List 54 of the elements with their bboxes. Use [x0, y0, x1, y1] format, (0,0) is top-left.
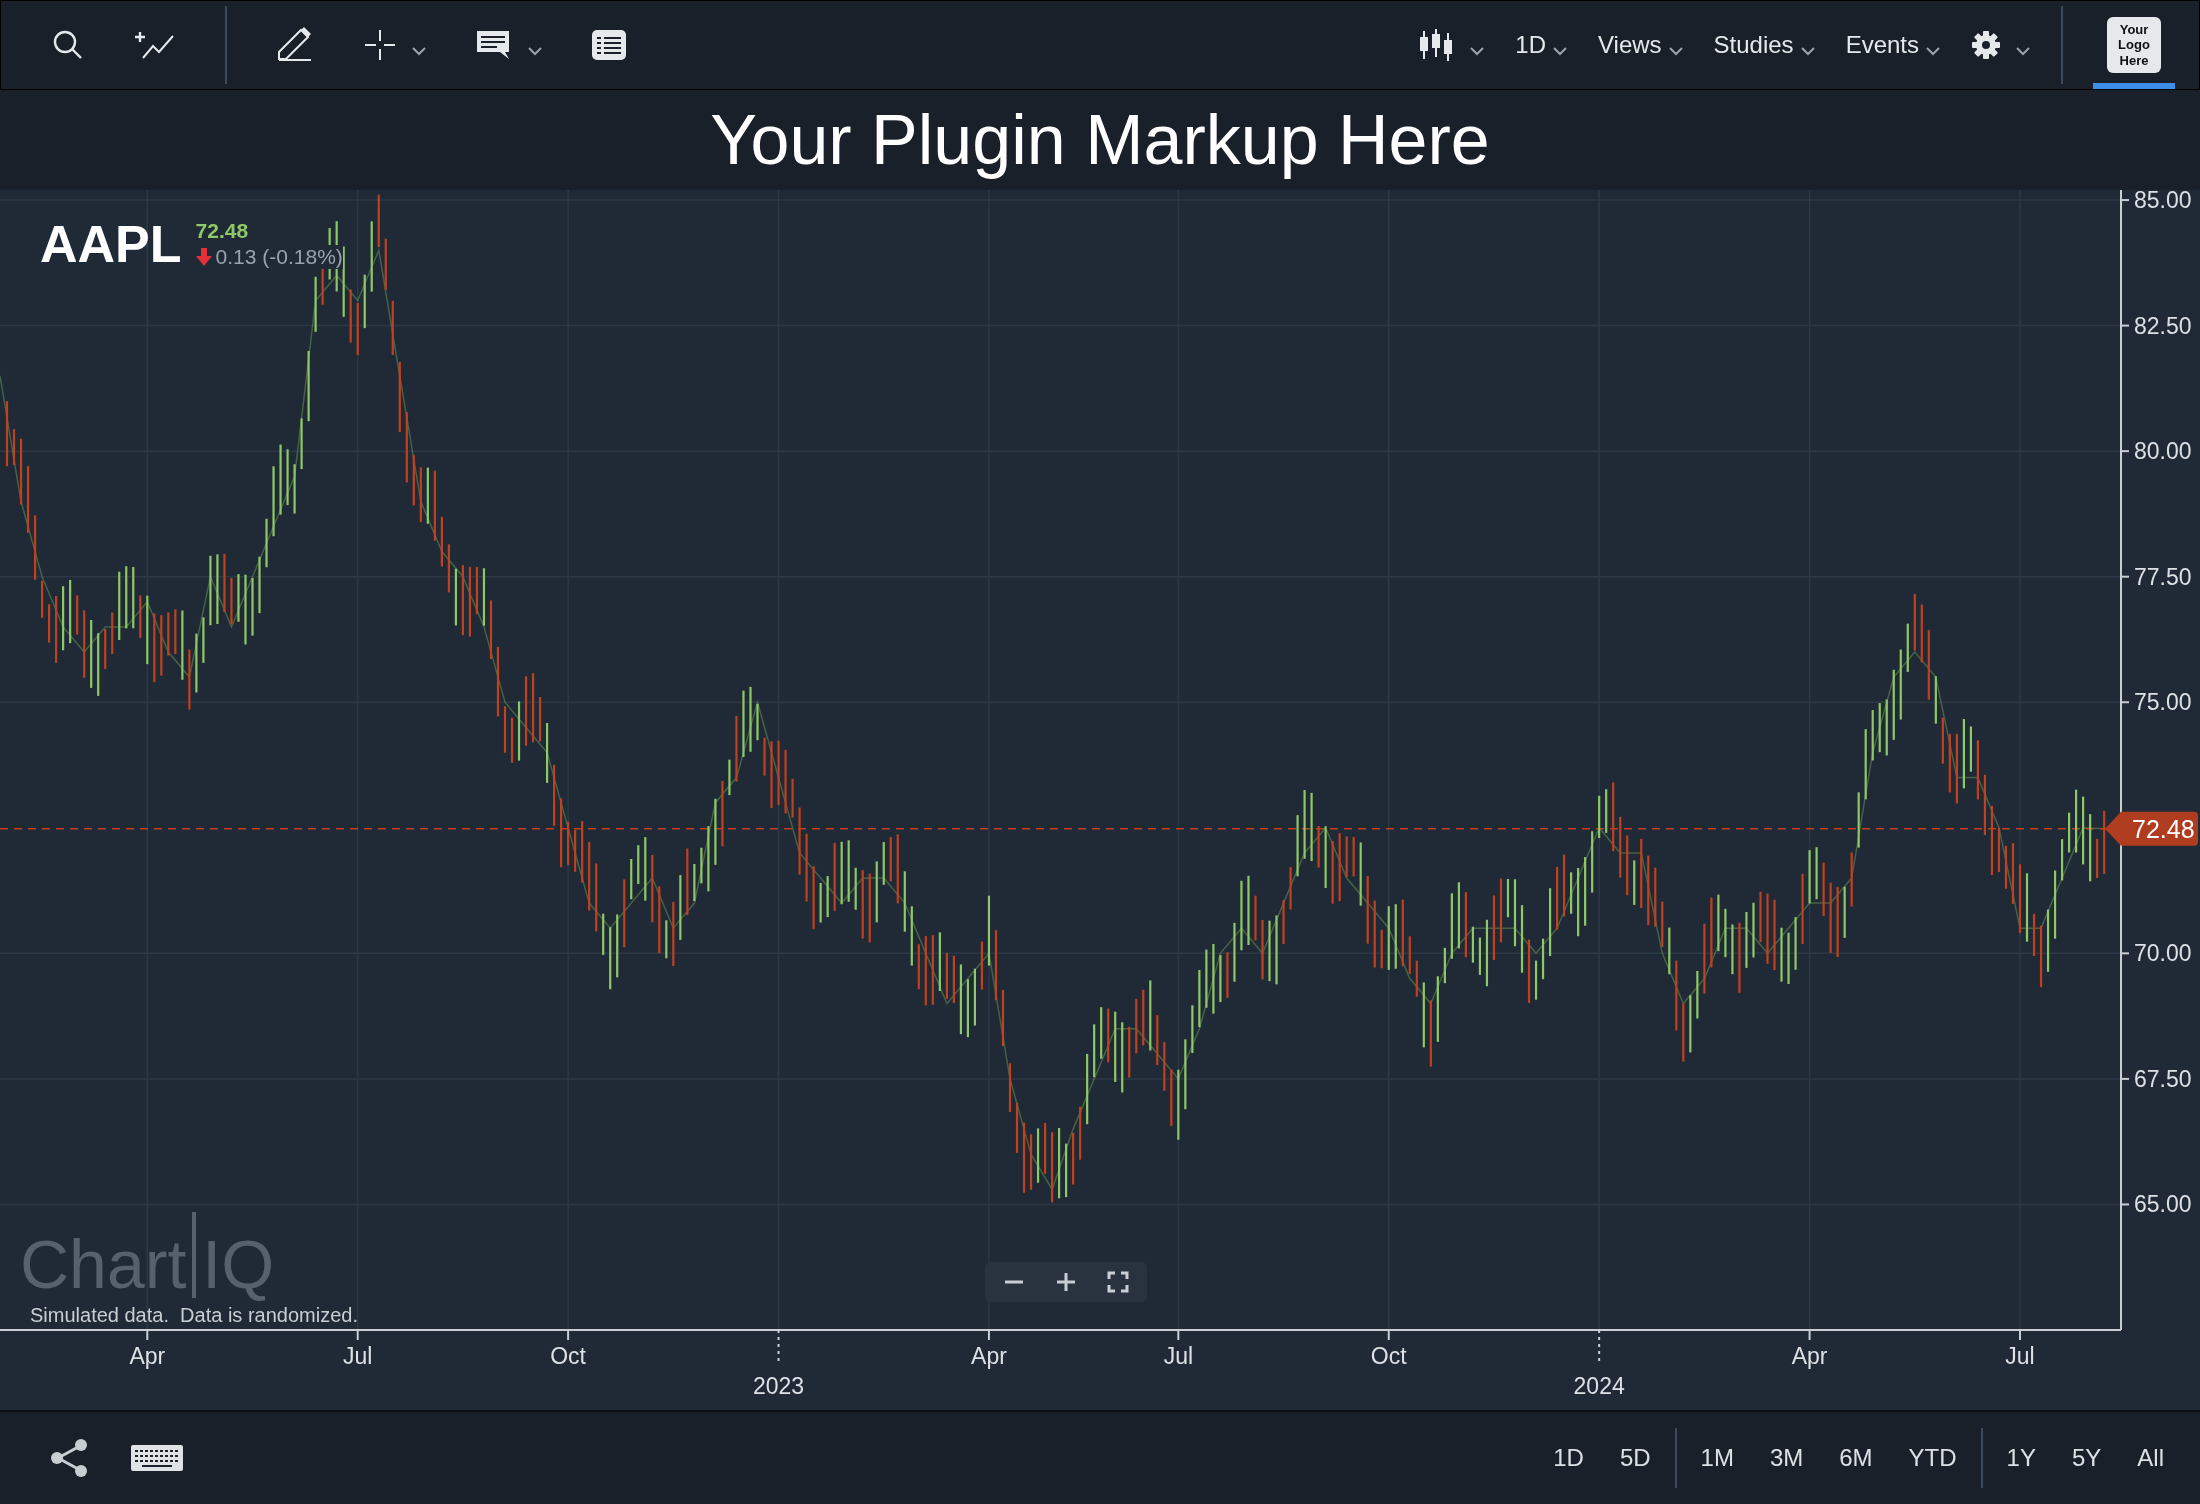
disclaimer-text: Simulated data. Data is randomized.	[29, 1304, 358, 1327]
caret-icon[interactable]	[411, 46, 427, 56]
caret-icon[interactable]	[2015, 46, 2031, 56]
price-change: 0.13 (-0.18%)	[215, 245, 343, 269]
y-axis-label: 80.00	[2134, 438, 2192, 465]
y-axis-label: 75.00	[2134, 689, 2192, 716]
range-button[interactable]: 3M	[1757, 1436, 1816, 1480]
x-axis-label: Jul	[2005, 1343, 2035, 1369]
fullscreen-icon[interactable]	[1107, 1271, 1129, 1293]
range-button[interactable]: 1D	[1541, 1436, 1596, 1480]
y-axis-label: 77.50	[2134, 563, 2192, 590]
menu-dropdown[interactable]: Studies	[1713, 31, 1816, 59]
keyboard-icon[interactable]	[130, 1444, 184, 1472]
x-axis-label: Jul	[343, 1343, 373, 1369]
y-axis-label: 67.50	[2134, 1065, 2192, 1092]
caret-icon	[1551, 46, 1568, 56]
zoom-in-icon[interactable]	[1055, 1271, 1077, 1293]
share-icon[interactable]	[48, 1437, 90, 1479]
range-button[interactable]: 6M	[1827, 1436, 1885, 1480]
caret-icon[interactable]	[1469, 46, 1486, 56]
ref-line-label: 72.48	[2132, 814, 2195, 843]
range-button[interactable]: YTD	[1896, 1436, 1969, 1480]
caret-icon	[1799, 46, 1816, 56]
settings-icon[interactable]	[1971, 30, 2001, 60]
y-axis-label: 85.00	[2134, 190, 2192, 214]
x-axis-label: Oct	[550, 1343, 586, 1369]
x-axis-label: Apr	[971, 1343, 1007, 1369]
x-axis-label: Apr	[129, 1343, 166, 1369]
y-axis-label: 82.50	[2134, 312, 2192, 339]
range-button[interactable]: 5D	[1607, 1436, 1663, 1480]
price-tag: 72.48	[2105, 811, 2198, 846]
caret-icon	[1925, 46, 1941, 56]
range-button[interactable]: 5Y	[2059, 1436, 2114, 1480]
y-axis-label: 65.00	[2134, 1191, 2192, 1218]
range-button[interactable]: 1M	[1688, 1436, 1746, 1480]
caret-icon	[1667, 46, 1684, 56]
caret-icon[interactable]	[527, 46, 543, 56]
plugin-banner: Your Plugin Markup Here	[0, 90, 2200, 190]
ticker-symbol: AAPL	[40, 214, 182, 274]
x-axis-label: Apr	[1791, 1343, 1828, 1369]
menu-dropdown[interactable]: 1D	[1515, 31, 1568, 59]
x-axis-year-label: 2023	[752, 1373, 805, 1399]
y-axis-label: 70.00	[2134, 940, 2192, 967]
list-icon[interactable]	[591, 29, 627, 61]
logo-placeholder[interactable]: Your Logo Here	[2107, 17, 2161, 73]
x-axis-label: Jul	[1163, 1343, 1194, 1369]
x-axis-label: Oct	[1370, 1343, 1407, 1369]
last-price: 72.48	[195, 219, 250, 243]
range-button[interactable]: All	[2125, 1436, 2176, 1480]
range-button[interactable]: 1Y	[1994, 1436, 2048, 1480]
menu-dropdown[interactable]: Events	[1845, 31, 1941, 59]
x-axis-year-label: 2024	[1573, 1373, 1625, 1399]
menu-dropdown[interactable]: Views	[1597, 31, 1684, 59]
crosshair-icon[interactable]	[363, 28, 397, 62]
